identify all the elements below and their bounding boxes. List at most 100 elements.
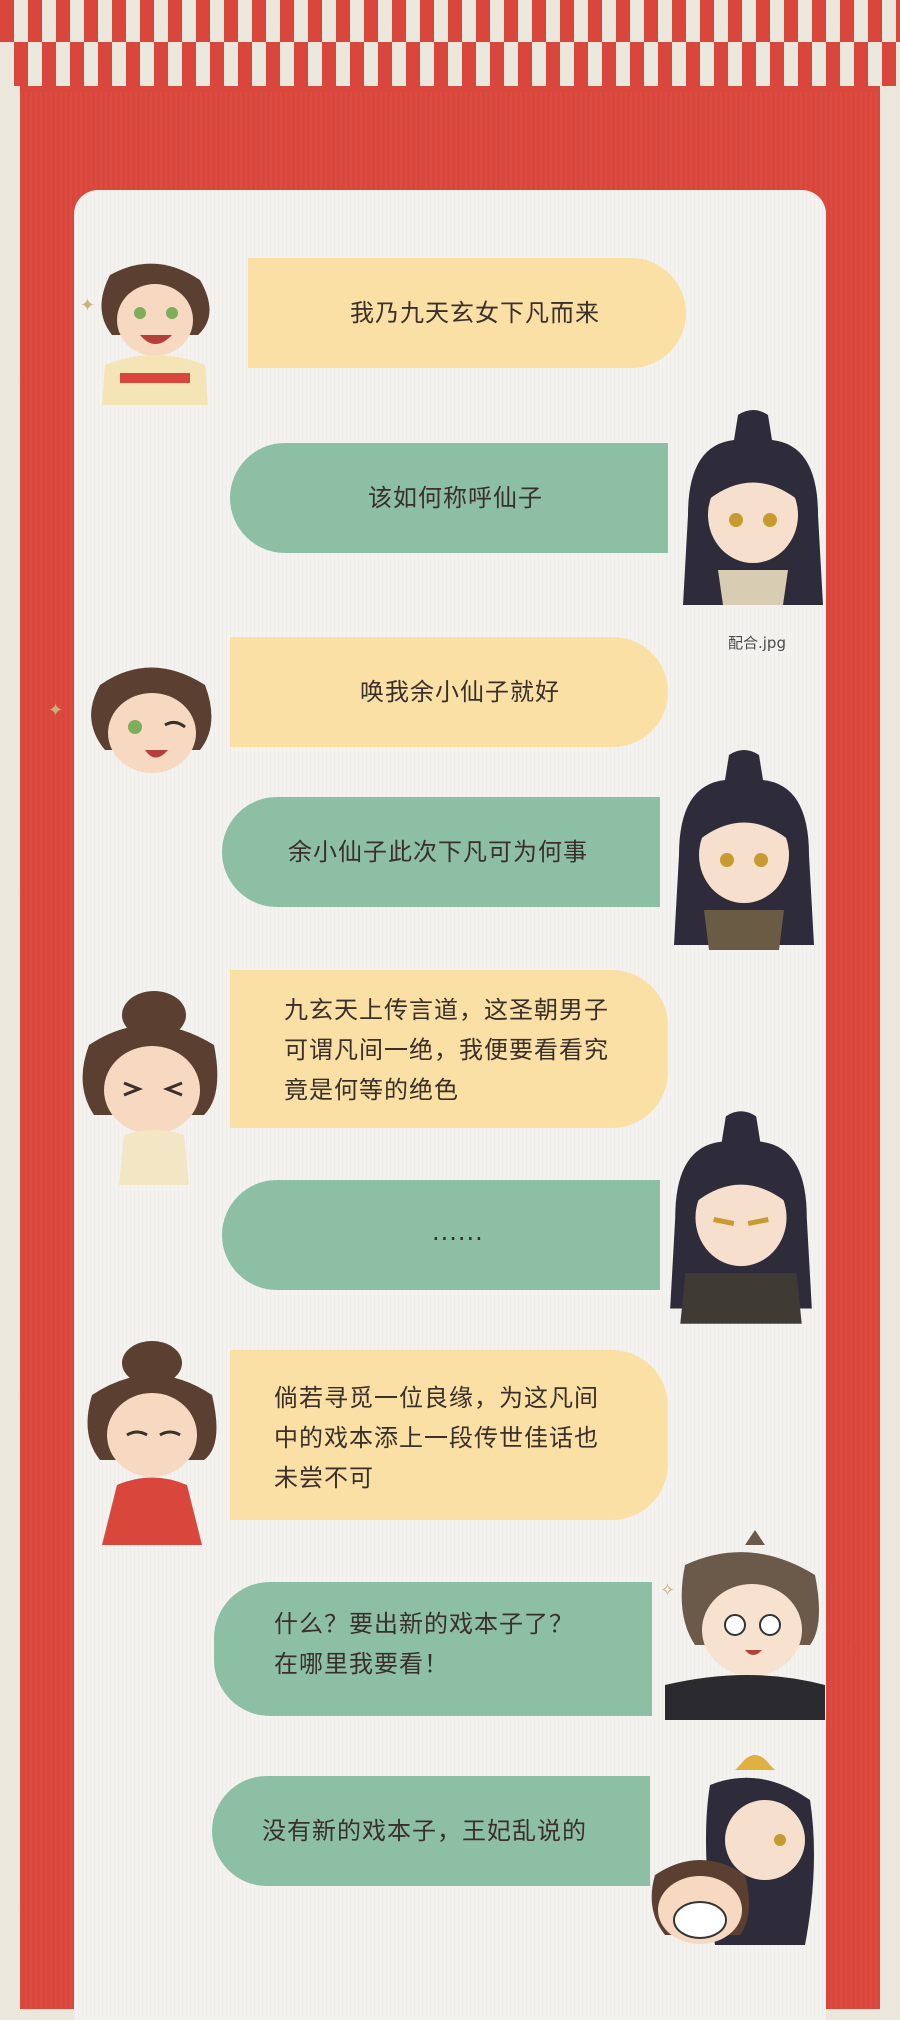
message-bubble: 余小仙子此次下凡可为何事 [222, 797, 660, 907]
banner-check [588, 0, 602, 42]
friend-avatar [665, 1530, 825, 1720]
right-margin [880, 0, 900, 2009]
banner-check [826, 42, 840, 86]
banner-check [336, 0, 350, 42]
message-bubble: 唤我余小仙子就好 [230, 637, 668, 747]
banner-check [784, 0, 798, 42]
banner-check [294, 42, 308, 86]
banner-check [238, 42, 252, 86]
message-text: 倘若寻觅一位良缘，为这凡间 中的戏本添上一段传世佳话也 未尝不可 [274, 1384, 599, 1492]
girl-avatar [101, 263, 210, 405]
message-bubble: 我乃九天玄女下凡而来 [248, 258, 686, 368]
left-margin [0, 0, 20, 2009]
girl-avatar [91, 667, 212, 773]
message-text: ...... [432, 1218, 484, 1246]
banner-check [560, 0, 574, 42]
message-text: 余小仙子此次下凡可为何事 [288, 838, 588, 866]
banner-check [770, 42, 784, 86]
banner-check [896, 0, 900, 42]
banner-check [154, 42, 168, 86]
banner-check [546, 42, 560, 86]
banner-check [420, 0, 434, 42]
boy-avatar [683, 410, 823, 605]
boy-avatar [674, 750, 814, 950]
banner-check [28, 0, 42, 42]
message-bubble: 倘若寻觅一位良缘，为这凡间 中的戏本添上一段传世佳话也 未尝不可 [230, 1350, 668, 1520]
banner-check [630, 42, 644, 86]
banner-check [280, 0, 294, 42]
banner-check [518, 42, 532, 86]
banner-check [322, 42, 336, 86]
message-bubble: 九玄天上传言道，这圣朝男子 可谓凡间一绝，我便要看看究 竟是何等的绝色 [230, 970, 668, 1128]
message-bubble: ...... [222, 1180, 660, 1290]
message-text: 什么？要出新的戏本子了？ 在哪里我要看！ [274, 1610, 574, 1678]
banner-check [672, 0, 686, 42]
banner-check [602, 42, 616, 86]
banner-check [686, 42, 700, 86]
message-bubble: 什么？要出新的戏本子了？ 在哪里我要看！ [214, 1582, 652, 1716]
banner-check [70, 42, 84, 86]
banner-check [504, 0, 518, 42]
couple-avatar [651, 1755, 814, 1945]
banner-check [574, 42, 588, 86]
banner-check [112, 0, 126, 42]
message-text: 我乃九天玄女下凡而来 [350, 299, 600, 327]
banner-check [168, 0, 182, 42]
banner-check [224, 0, 238, 42]
banner-check [266, 42, 280, 86]
banner-check [392, 0, 406, 42]
banner-check [364, 0, 378, 42]
banner-check [196, 0, 210, 42]
message-text: 唤我余小仙子就好 [360, 678, 560, 706]
banner-check [728, 0, 742, 42]
banner-check [14, 42, 28, 86]
girl-avatar [87, 1341, 217, 1545]
banner-check [658, 42, 672, 86]
banner-check [84, 0, 98, 42]
banner-check [350, 42, 364, 86]
banner-check [798, 42, 812, 86]
girl-avatar [82, 991, 218, 1185]
banner-check [448, 0, 462, 42]
image-caption: 配合.jpg [728, 634, 786, 652]
banner-check [126, 42, 140, 86]
banner-check [378, 42, 392, 86]
banner-check [406, 42, 420, 86]
banner-check [0, 0, 14, 42]
banner-check [182, 42, 196, 86]
banner-check [812, 0, 826, 42]
banner-check [644, 0, 658, 42]
banner-check [532, 0, 546, 42]
banner-check [714, 42, 728, 86]
message-text: 没有新的戏本子，王妃乱说的 [262, 1817, 587, 1845]
sparkle-icon: ✦ [848, 1640, 864, 1661]
banner-check [840, 0, 854, 42]
banner-check [140, 0, 154, 42]
boy-avatar [670, 1111, 812, 1324]
message-bubble: 没有新的戏本子，王妃乱说的 [212, 1776, 650, 1886]
banner-check [882, 42, 896, 86]
banner-check [616, 0, 630, 42]
message-text: 九玄天上传言道，这圣朝男子 可谓凡间一绝，我便要看看究 竟是何等的绝色 [284, 996, 609, 1104]
banner-check [210, 42, 224, 86]
checkered-banner [0, 0, 900, 92]
banner-check [490, 42, 504, 86]
message-text: 该如何称呼仙子 [368, 484, 543, 512]
banner-check [308, 0, 322, 42]
banner-check [462, 42, 476, 86]
banner-check [868, 0, 882, 42]
sparkle-icon: ✧ [660, 1580, 676, 1601]
banner-check [700, 0, 714, 42]
banner-check [756, 0, 770, 42]
banner-check [854, 42, 868, 86]
message-bubble: 该如何称呼仙子 [230, 443, 668, 553]
banner-check [56, 0, 70, 42]
banner-check [98, 42, 112, 86]
banner-check [42, 42, 56, 86]
banner-check [434, 42, 448, 86]
banner-check [476, 0, 490, 42]
sparkle-icon: ✦ [48, 700, 64, 721]
banner-check [742, 42, 756, 86]
banner-check [252, 0, 266, 42]
sparkle-icon: ✦ [80, 295, 96, 316]
